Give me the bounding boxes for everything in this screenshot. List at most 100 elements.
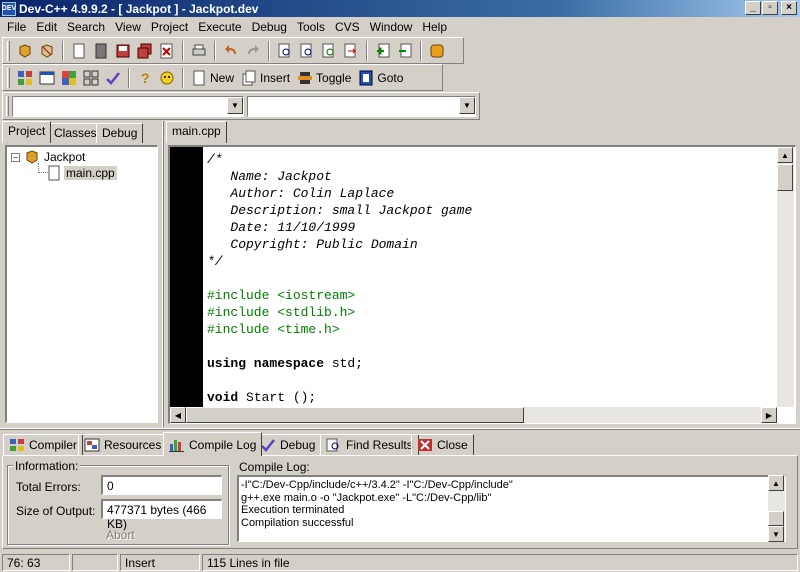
- undo-icon[interactable]: [221, 41, 241, 61]
- chevron-down-icon[interactable]: ▼: [459, 97, 475, 114]
- menu-tools[interactable]: Tools: [292, 20, 330, 34]
- vertical-scrollbar[interactable]: ▲: [777, 147, 794, 407]
- about-icon[interactable]: [157, 68, 177, 88]
- horizontal-scrollbar[interactable]: ◀ ▶: [170, 407, 777, 423]
- tab-resources[interactable]: Resources: [78, 434, 168, 455]
- scroll-thumb[interactable]: [777, 164, 793, 191]
- tab-compile-log[interactable]: Compile Log: [163, 432, 263, 456]
- goto-line-icon[interactable]: [341, 41, 361, 61]
- close-file-icon[interactable]: [157, 41, 177, 61]
- tab-classes[interactable]: Classes: [48, 123, 103, 143]
- code-line[interactable]: /*: [207, 151, 472, 168]
- new-bookmark-button[interactable]: New: [188, 67, 238, 89]
- code-line[interactable]: void Start ();: [207, 389, 472, 406]
- new-file-icon[interactable]: [69, 41, 89, 61]
- help-icon[interactable]: ?: [135, 68, 155, 88]
- code-line[interactable]: #include <time.h>: [207, 321, 472, 338]
- code-line[interactable]: Name: Jackpot: [207, 168, 472, 185]
- insert-mode: Insert: [120, 554, 200, 571]
- log-scrollbar[interactable]: ▲ ▼: [768, 475, 785, 542]
- menu-window[interactable]: Window: [365, 20, 418, 34]
- tab-compiler[interactable]: Compiler: [3, 434, 84, 455]
- scroll-up-icon[interactable]: ▲: [768, 475, 784, 491]
- compile-run-icon[interactable]: [59, 68, 79, 88]
- total-errors-field[interactable]: 0: [101, 475, 222, 495]
- debug-check-icon[interactable]: [103, 68, 123, 88]
- splitter[interactable]: [162, 121, 164, 427]
- code-line[interactable]: [207, 338, 472, 355]
- replace-icon[interactable]: [319, 41, 339, 61]
- code-line[interactable]: Author: Colin Laplace: [207, 185, 472, 202]
- run-icon[interactable]: [37, 68, 57, 88]
- add-to-project-icon[interactable]: [373, 41, 393, 61]
- modified-indicator: [72, 554, 118, 571]
- menu-debug[interactable]: Debug: [247, 20, 292, 34]
- code-line[interactable]: #include <stdlib.h>: [207, 304, 472, 321]
- size-of-output-field[interactable]: 477371 bytes (466 KB): [101, 499, 222, 531]
- menu-file[interactable]: File: [2, 20, 31, 34]
- tab-compile-log-label: Compile Log: [189, 437, 257, 452]
- menu-project[interactable]: Project: [146, 20, 193, 34]
- abort-button[interactable]: Abort: [106, 528, 135, 542]
- editor-gutter: [170, 147, 203, 407]
- insert-button[interactable]: Insert: [238, 67, 294, 89]
- menu-edit[interactable]: Edit: [31, 20, 62, 34]
- save-icon[interactable]: [113, 41, 133, 61]
- class-select[interactable]: ▼: [12, 96, 244, 117]
- menu-cvs[interactable]: CVS: [330, 20, 365, 34]
- collapse-icon[interactable]: −: [11, 152, 20, 162]
- tree-root[interactable]: − Jackpot: [11, 149, 85, 165]
- insert-icon: [242, 70, 256, 85]
- open-project-icon[interactable]: [15, 41, 35, 61]
- line-count: 115 Lines in file: [202, 554, 798, 571]
- code-line[interactable]: [207, 372, 472, 389]
- restore-button[interactable]: ▫: [762, 1, 778, 15]
- minimize-button[interactable]: _: [745, 1, 761, 15]
- close-window-button[interactable]: ×: [781, 1, 797, 15]
- scroll-up-icon[interactable]: ▲: [777, 147, 793, 163]
- tab-debug[interactable]: Debug: [96, 123, 144, 143]
- menu-search[interactable]: Search: [62, 20, 110, 34]
- find-next-icon[interactable]: [297, 41, 317, 61]
- scroll-left-icon[interactable]: ◀: [170, 407, 186, 423]
- code-line[interactable]: #include <iostream>: [207, 287, 472, 304]
- member-select[interactable]: ▼: [247, 96, 476, 117]
- code-line[interactable]: Date: 11/10/1999: [207, 219, 472, 236]
- code-line[interactable]: [207, 270, 472, 287]
- tab-debug-bottom[interactable]: Debug: [254, 434, 322, 455]
- code-editor[interactable]: /* Name: Jackpot Author: Colin Laplace D…: [168, 145, 796, 424]
- project-options-icon[interactable]: [427, 41, 447, 61]
- code-line[interactable]: Description: small Jackpot game: [207, 202, 472, 219]
- compile-icon[interactable]: [15, 68, 35, 88]
- print-icon[interactable]: [189, 41, 209, 61]
- tree-file[interactable]: main.cpp: [48, 165, 117, 181]
- tab-project[interactable]: Project: [2, 121, 52, 143]
- scroll-down-icon[interactable]: ▼: [768, 526, 784, 542]
- scroll-thumb[interactable]: [768, 511, 784, 526]
- code-line[interactable]: Copyright: Public Domain: [207, 236, 472, 253]
- save-all-icon[interactable]: [135, 41, 155, 61]
- menu-help[interactable]: Help: [417, 20, 452, 34]
- rebuild-icon[interactable]: [81, 68, 101, 88]
- remove-from-project-icon[interactable]: [395, 41, 415, 61]
- code-line[interactable]: using namespace std;: [207, 355, 472, 372]
- toggle-button[interactable]: Toggle: [294, 67, 355, 89]
- tab-close[interactable]: Close: [411, 434, 474, 455]
- close-project-icon[interactable]: [37, 41, 57, 61]
- code-text[interactable]: /* Name: Jackpot Author: Colin Laplace D…: [207, 151, 472, 406]
- splitter[interactable]: [0, 428, 800, 430]
- code-line[interactable]: */: [207, 253, 472, 270]
- compile-log-text[interactable]: -I"C:/Dev-Cpp/include/c++/3.4.2" -I"C:/D…: [237, 475, 786, 542]
- goto-button[interactable]: Goto: [355, 67, 407, 89]
- file-name: main.cpp: [64, 166, 117, 180]
- scroll-thumb[interactable]: [186, 407, 524, 423]
- open-file-icon[interactable]: [91, 41, 111, 61]
- redo-icon[interactable]: [243, 41, 263, 61]
- menu-execute[interactable]: Execute: [193, 20, 246, 34]
- find-icon[interactable]: [275, 41, 295, 61]
- tab-find-results[interactable]: Find Results: [320, 434, 419, 455]
- tab-main-cpp[interactable]: main.cpp: [166, 121, 227, 143]
- scroll-right-icon[interactable]: ▶: [761, 407, 777, 423]
- menu-view[interactable]: View: [110, 20, 146, 34]
- chevron-down-icon[interactable]: ▼: [227, 97, 243, 114]
